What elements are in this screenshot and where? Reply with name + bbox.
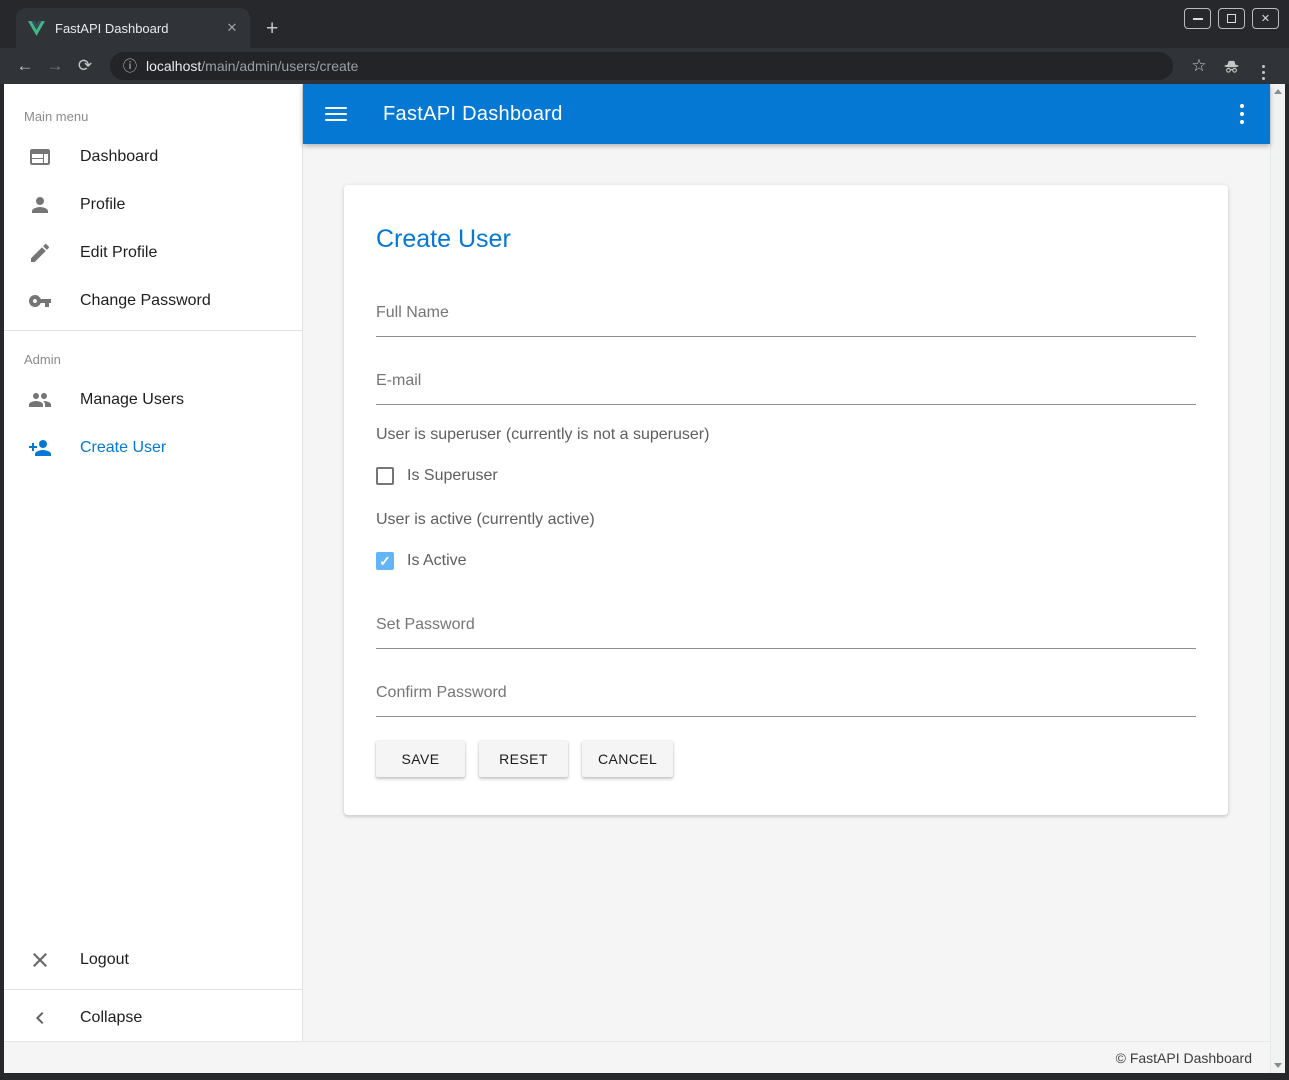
email-field-wrap bbox=[376, 372, 1196, 405]
set-password-field-wrap bbox=[376, 616, 1196, 649]
sidebar-item-label: Manage Users bbox=[80, 391, 184, 409]
active-checkbox-row[interactable]: ✓ Is Active bbox=[376, 552, 1196, 570]
sidebar-item-collapse[interactable]: Collapse bbox=[4, 995, 302, 1041]
app-footer: © FastAPI Dashboard bbox=[4, 1041, 1270, 1073]
tab-title: FastAPI Dashboard bbox=[55, 21, 222, 36]
check-icon: ✓ bbox=[379, 553, 391, 570]
person-icon bbox=[28, 193, 52, 217]
sidebar-divider bbox=[4, 330, 302, 331]
active-hint: User is active (currently active) bbox=[376, 511, 1196, 529]
sidebar-item-change-password[interactable]: Change Password bbox=[4, 277, 302, 325]
hamburger-menu-icon[interactable] bbox=[325, 107, 347, 121]
appbar-kebab-menu-icon[interactable] bbox=[1236, 100, 1248, 128]
browser-window: FastAPI Dashboard ✕ + ✕ ← → ⟳ ⓘ localhos… bbox=[0, 0, 1289, 1080]
browser-tab[interactable]: FastAPI Dashboard ✕ bbox=[16, 8, 250, 48]
chevron-left-icon bbox=[28, 1006, 52, 1030]
cancel-button[interactable]: CANCEL bbox=[582, 741, 673, 777]
email-input[interactable] bbox=[376, 372, 1196, 405]
key-icon bbox=[28, 289, 52, 313]
scrollbar[interactable] bbox=[1270, 84, 1285, 1073]
minimize-button[interactable] bbox=[1184, 8, 1211, 29]
sidebar-item-label: Profile bbox=[80, 196, 125, 214]
close-window-button[interactable]: ✕ bbox=[1252, 8, 1279, 29]
full-name-input[interactable] bbox=[376, 304, 1196, 337]
tab-close-icon[interactable]: ✕ bbox=[222, 18, 242, 38]
maximize-icon bbox=[1227, 14, 1236, 23]
superuser-checkbox[interactable] bbox=[376, 467, 394, 485]
active-checkbox-label: Is Active bbox=[407, 552, 467, 570]
browser-toolbar: ← → ⟳ ⓘ localhost/main/admin/users/creat… bbox=[0, 48, 1289, 84]
scroll-up-icon[interactable] bbox=[1274, 89, 1282, 94]
app-title: FastAPI Dashboard bbox=[383, 103, 563, 126]
reload-button[interactable]: ⟳ bbox=[70, 56, 100, 76]
set-password-input[interactable] bbox=[376, 616, 1196, 649]
sidebar-section-main-menu: Main menu bbox=[4, 84, 302, 133]
active-checkbox[interactable]: ✓ bbox=[376, 552, 394, 570]
sidebar-item-profile[interactable]: Profile bbox=[4, 181, 302, 229]
sidebar-item-edit-profile[interactable]: Edit Profile bbox=[4, 229, 302, 277]
page-content: Create User User is superuser (currently… bbox=[303, 144, 1270, 1041]
minimize-icon bbox=[1193, 18, 1203, 20]
reset-button[interactable]: RESET bbox=[479, 741, 568, 777]
confirm-password-field-wrap bbox=[376, 684, 1196, 717]
sidebar-item-label: Create User bbox=[80, 439, 166, 457]
close-x-icon bbox=[28, 948, 52, 972]
window-controls: ✕ bbox=[1184, 8, 1279, 29]
sidebar-item-label: Change Password bbox=[80, 292, 211, 310]
sidebar-section-admin: Admin bbox=[4, 336, 302, 376]
full-name-field-wrap bbox=[376, 304, 1196, 337]
address-bar[interactable]: ⓘ localhost/main/admin/users/create bbox=[110, 52, 1173, 80]
pencil-icon bbox=[28, 241, 52, 265]
superuser-hint: User is superuser (currently is not a su… bbox=[376, 426, 1196, 444]
site-info-icon[interactable]: ⓘ bbox=[123, 56, 137, 76]
scroll-down-icon[interactable] bbox=[1274, 1063, 1282, 1068]
superuser-checkbox-row[interactable]: Is Superuser bbox=[376, 467, 1196, 485]
url-host: localhost bbox=[146, 58, 201, 74]
sidebar-item-manage-users[interactable]: Manage Users bbox=[4, 376, 302, 424]
sidebar-item-label: Edit Profile bbox=[80, 244, 157, 262]
sidebar-item-logout[interactable]: Logout bbox=[4, 936, 302, 984]
save-button[interactable]: SAVE bbox=[376, 741, 465, 777]
forward-button[interactable]: → bbox=[40, 56, 70, 76]
page-title: Create User bbox=[376, 225, 1196, 254]
sidebar-item-label: Collapse bbox=[80, 1009, 142, 1027]
sidebar: Main menu Dashboard Profile bbox=[4, 84, 303, 1041]
vue-logo-icon bbox=[28, 20, 45, 37]
close-icon: ✕ bbox=[1261, 12, 1270, 25]
bookmark-star-icon[interactable]: ☆ bbox=[1183, 56, 1215, 76]
person-add-icon bbox=[28, 436, 52, 460]
sidebar-item-label: Logout bbox=[80, 951, 129, 969]
superuser-checkbox-label: Is Superuser bbox=[407, 467, 498, 485]
app-bar: FastAPI Dashboard bbox=[303, 84, 1270, 144]
form-actions: SAVE RESET CANCEL bbox=[376, 741, 1196, 777]
maximize-button[interactable] bbox=[1218, 8, 1245, 29]
tab-strip: FastAPI Dashboard ✕ + ✕ bbox=[0, 0, 1289, 48]
create-user-card: Create User User is superuser (currently… bbox=[344, 185, 1228, 815]
url-path: /main/admin/users/create bbox=[201, 58, 358, 74]
browser-viewport: Main menu Dashboard Profile bbox=[4, 84, 1285, 1073]
back-button[interactable]: ← bbox=[10, 56, 40, 76]
browser-menu-icon[interactable] bbox=[1247, 53, 1279, 80]
dashboard-icon bbox=[28, 145, 52, 169]
sidebar-item-dashboard[interactable]: Dashboard bbox=[4, 133, 302, 181]
confirm-password-input[interactable] bbox=[376, 684, 1196, 717]
sidebar-item-label: Dashboard bbox=[80, 148, 158, 166]
group-icon bbox=[28, 388, 52, 412]
sidebar-item-create-user[interactable]: Create User bbox=[4, 424, 302, 472]
incognito-icon bbox=[1215, 56, 1247, 76]
main-area: FastAPI Dashboard Create User bbox=[303, 84, 1270, 1041]
sidebar-divider bbox=[4, 989, 302, 990]
new-tab-button[interactable]: + bbox=[266, 18, 278, 39]
copyright-text: © FastAPI Dashboard bbox=[1116, 1050, 1252, 1066]
